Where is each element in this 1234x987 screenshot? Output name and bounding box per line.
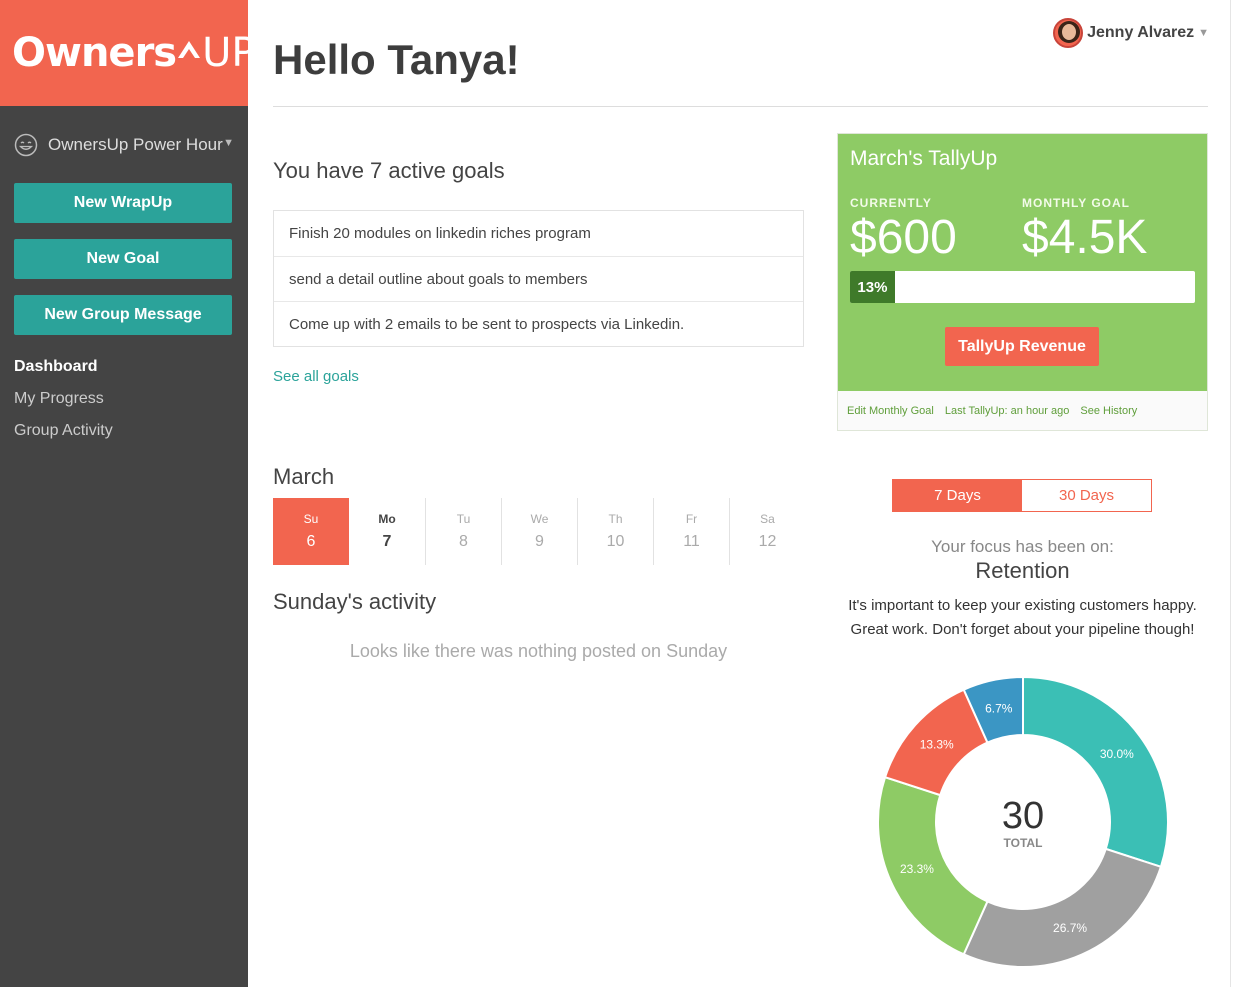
goals-heading: You have 7 active goals (273, 158, 505, 183)
see-all-goals-link[interactable]: See all goals (273, 368, 359, 385)
logo-area: Owners UP (0, 0, 256, 106)
group-selector[interactable]: OwnersUp Power Hour ▼ (14, 132, 236, 158)
empty-activity-message: Looks like there was nothing posted on S… (349, 641, 728, 661)
goal-value: $4.5K (1022, 211, 1148, 264)
day-date: 12 (758, 533, 777, 550)
day-date: 9 (535, 533, 544, 550)
progress-fill: 13% (850, 271, 895, 303)
goal-list: Finish 20 modules on linkedin riches pro… (273, 210, 804, 347)
last-tallyup-text: Last TallyUp: an hour ago (944, 405, 1070, 417)
calendar-month: March (273, 464, 335, 489)
donut-total-value: 30 (1002, 795, 1044, 837)
goal-item[interactable]: Finish 20 modules on linkedin riches pro… (274, 211, 803, 256)
day-thursday[interactable]: Th 10 (577, 498, 653, 565)
tallyup-revenue-button[interactable]: TallyUp Revenue (945, 327, 1099, 366)
tally-card: March's TallyUp CURRENTLY $600 MONTHLY G… (837, 133, 1208, 431)
week-strip: Su 6 Mo 7 Tu 8 We 9 Th 10 Fr 11 Sa 12 (273, 498, 805, 565)
group-name: OwnersUp Power Hour (48, 135, 223, 154)
range-30-days-button[interactable]: 30 Days (1022, 480, 1151, 511)
donut-slice-label: 30.0% (1100, 747, 1134, 761)
current-value: $600 (850, 211, 957, 264)
day-name: Tu (456, 512, 471, 526)
day-saturday[interactable]: Sa 12 (729, 498, 805, 565)
avatar (1053, 18, 1084, 48)
tally-summary: March's TallyUp CURRENTLY $600 MONTHLY G… (838, 134, 1207, 391)
day-date: 11 (683, 533, 700, 550)
donut-total-label: TOTAL (1004, 836, 1043, 850)
logo[interactable]: Owners UP (12, 30, 256, 76)
chevron-down-icon: ▼ (223, 137, 234, 149)
donut-slice-label: 23.3% (900, 862, 934, 876)
new-wrapup-button[interactable]: New WrapUp (14, 183, 232, 223)
day-name: Mo (378, 512, 396, 526)
new-goal-button[interactable]: New Goal (14, 239, 232, 279)
logo-mark-icon (178, 41, 201, 58)
tally-title: March's TallyUp (850, 147, 998, 170)
day-sunday[interactable]: Su 6 (273, 498, 349, 565)
new-group-message-button[interactable]: New Group Message (14, 295, 232, 335)
tally-footer: Edit Monthly Goal Last TallyUp: an hour … (838, 391, 1207, 431)
goal-label: MONTHLY GOAL (1022, 196, 1131, 210)
sidebar-item-group-activity[interactable]: Group Activity (14, 420, 113, 452)
goal-item[interactable]: Come up with 2 emails to be sent to pros… (274, 301, 803, 346)
goal-item[interactable]: send a detail outline about goals to mem… (274, 256, 803, 301)
donut-slice-label: 6.7% (985, 702, 1013, 716)
range-toggle: 7 Days 30 Days (892, 479, 1152, 512)
see-history-link[interactable]: See History (1080, 405, 1137, 417)
logo-text: Owners (12, 30, 177, 76)
day-name: Th (608, 512, 623, 526)
sidebar-item-dashboard[interactable]: Dashboard (14, 356, 113, 388)
smiley-icon (14, 133, 38, 157)
window-edge (1230, 0, 1231, 987)
header-divider (273, 106, 1208, 107)
day-name: Fr (685, 512, 698, 526)
day-monday[interactable]: Mo 7 (349, 498, 425, 565)
donut-slice-label: 13.3% (920, 737, 954, 751)
day-date: 7 (382, 533, 392, 550)
day-friday[interactable]: Fr 11 (653, 498, 729, 565)
day-date: 10 (606, 533, 625, 550)
focus-value: Retention (975, 558, 1070, 583)
edit-monthly-goal-link[interactable]: Edit Monthly Goal (847, 405, 934, 417)
chevron-down-icon: ▼ (1198, 27, 1209, 39)
focus-message-line: Great work. Don't forget about your pipe… (850, 621, 1195, 638)
donut-slice-label: 26.7% (1053, 921, 1087, 935)
focus-message-line: It's important to keep your existing cus… (848, 597, 1197, 614)
day-date: 8 (459, 533, 468, 550)
activity-heading: Sunday's activity (273, 589, 437, 614)
logo-suffix: UP (202, 30, 256, 76)
user-menu[interactable]: Jenny Alvarez ▼ (1053, 18, 1209, 48)
sidebar-item-my-progress[interactable]: My Progress (14, 388, 113, 420)
donut-slice[interactable] (1022, 676, 1169, 869)
focus-label: Your focus has been on: (931, 537, 1114, 556)
range-7-days-button[interactable]: 7 Days (893, 480, 1022, 511)
day-date: 6 (306, 533, 316, 550)
donut-slice[interactable] (962, 847, 1163, 968)
current-label: CURRENTLY (850, 196, 932, 210)
sidebar: Owners UP OwnersUp Power Hour ▼ New Wrap… (0, 0, 256, 987)
sidebar-nav: Dashboard My Progress Group Activity (14, 356, 113, 452)
focus-donut-chart: 30.0% 26.7% 23.3% 13.3% 6.7% 30 TOTAL (877, 676, 1169, 968)
page-title: Hello Tanya! (273, 36, 520, 83)
day-name: Sa (760, 512, 775, 526)
day-wednesday[interactable]: We 9 (501, 498, 577, 565)
day-name: We (530, 512, 549, 526)
focus-message: It's important to keep your existing cus… (837, 594, 1208, 642)
revenue-progress-bar: 13% (850, 271, 1195, 303)
user-name: Jenny Alvarez (1087, 24, 1195, 41)
day-name: Su (303, 512, 319, 526)
day-tuesday[interactable]: Tu 8 (425, 498, 501, 565)
